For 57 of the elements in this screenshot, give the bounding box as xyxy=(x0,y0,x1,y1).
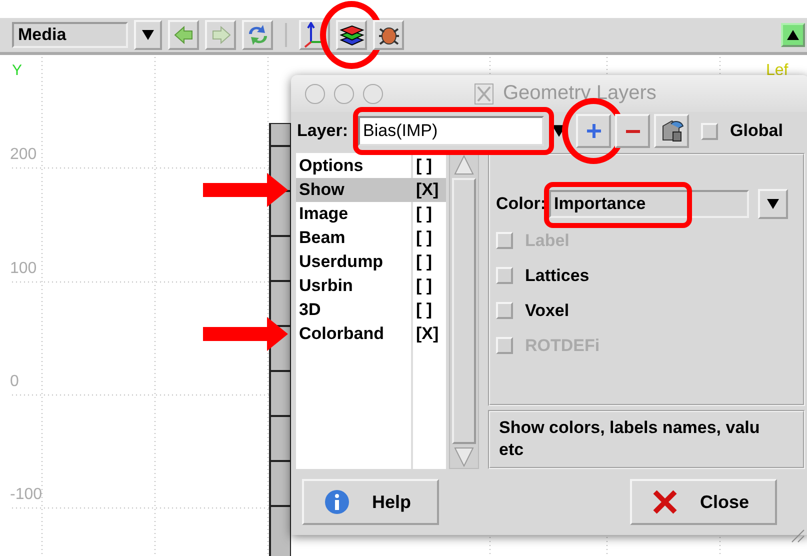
layer-item[interactable]: Image [ ] xyxy=(296,202,446,226)
remove-button[interactable] xyxy=(615,114,650,148)
expand-button[interactable] xyxy=(781,23,805,47)
global-label: Global xyxy=(730,121,783,141)
close-icon xyxy=(652,489,678,515)
layer-item[interactable]: Colorband [X] xyxy=(296,322,446,346)
dropdown-button[interactable] xyxy=(134,20,162,50)
refresh-button[interactable] xyxy=(242,20,273,50)
tick-label: 0 xyxy=(10,373,19,391)
dropdown-button[interactable] xyxy=(758,189,788,219)
minus-icon xyxy=(626,130,640,132)
tick-label: -100 xyxy=(10,486,42,504)
material-field[interactable]: Media xyxy=(12,22,128,48)
corner-label: Lef xyxy=(766,62,788,80)
layer-item[interactable]: Options [ ] xyxy=(296,154,446,178)
layer-item[interactable]: Usrbin [ ] xyxy=(296,274,446,298)
option-checkbox[interactable] xyxy=(496,302,513,319)
app-icon xyxy=(474,82,494,104)
option-label: Voxel xyxy=(525,300,570,320)
layer-field[interactable]: Bias(IMP) xyxy=(358,116,544,146)
layer-label: Layer: xyxy=(297,121,348,141)
right-arrow-icon xyxy=(210,26,230,44)
window-control[interactable] xyxy=(363,84,383,104)
global-checkbox[interactable] xyxy=(701,122,718,140)
window-title: Geometry Layers xyxy=(503,82,656,105)
tick-label: 200 xyxy=(10,146,37,164)
up-arrow-icon xyxy=(453,154,475,176)
add-button[interactable] xyxy=(576,114,612,148)
window-control[interactable] xyxy=(305,84,325,104)
layers-icon xyxy=(338,23,364,47)
back-button[interactable] xyxy=(168,20,199,50)
forward-button[interactable] xyxy=(205,20,236,50)
option-label: Lattices xyxy=(525,266,590,286)
caret-icon xyxy=(767,198,780,210)
color-label: Color: xyxy=(496,194,546,214)
scroll-thumb[interactable] xyxy=(452,178,476,444)
close-button[interactable]: Close xyxy=(630,479,777,525)
layers-button[interactable] xyxy=(336,20,367,50)
left-arrow-icon xyxy=(174,26,194,44)
info-text: Show colors, labels names, valu etc xyxy=(488,410,805,469)
scrollbar[interactable] xyxy=(449,153,479,469)
info-icon xyxy=(324,489,350,515)
layer-item[interactable]: 3D [ ] xyxy=(296,298,446,322)
bug-button[interactable] xyxy=(373,20,404,50)
caret-icon xyxy=(142,29,154,41)
layer-item[interactable]: Userdump [ ] xyxy=(296,250,446,274)
axis-label: Y xyxy=(12,62,22,79)
option-checkbox[interactable] xyxy=(496,267,513,284)
color-field[interactable]: Importance xyxy=(549,190,750,218)
help-button[interactable]: Help xyxy=(302,479,440,525)
down-arrow-icon xyxy=(453,446,475,468)
edit-button[interactable] xyxy=(654,114,690,148)
tick-label: 100 xyxy=(10,260,37,278)
window-control[interactable] xyxy=(334,84,354,104)
plus-icon xyxy=(586,123,602,139)
layer-item[interactable]: Beam [ ] xyxy=(296,226,446,250)
up-triangle-icon xyxy=(787,29,799,41)
